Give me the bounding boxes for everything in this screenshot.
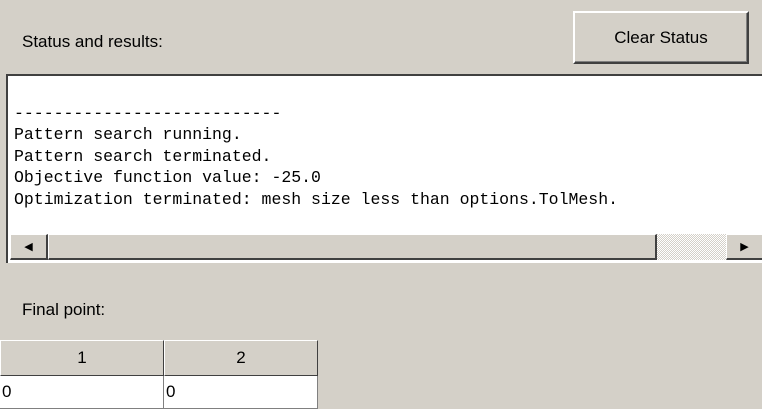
table-cell[interactable]: 0: [0, 376, 164, 409]
final-point-label: Final point:: [22, 300, 106, 319]
status-line: Objective function value: -25.0: [14, 168, 321, 187]
status-line: Optimization terminated: mesh size less …: [14, 189, 618, 209]
scrollbar-track[interactable]: [657, 234, 726, 260]
arrow-left-icon: ◀: [24, 241, 33, 253]
status-line: Pattern search terminated.: [14, 146, 272, 166]
status-line: Pattern search running.: [14, 125, 242, 144]
clear-status-button[interactable]: Clear Status: [573, 11, 749, 64]
column-header-1[interactable]: 1: [0, 340, 164, 376]
arrow-right-icon: ▶: [740, 241, 749, 253]
scrollbar-thumb[interactable]: [48, 234, 657, 260]
column-header-2[interactable]: 2: [164, 340, 318, 376]
status-output-text: --------------------------- Pattern sear…: [14, 81, 762, 232]
scroll-right-button[interactable]: ▶: [726, 234, 762, 260]
table-cell[interactable]: 0: [164, 376, 318, 409]
scroll-left-button[interactable]: ◀: [10, 234, 48, 260]
status-line: ---------------------------: [14, 103, 282, 123]
status-output-box[interactable]: --------------------------- Pattern sear…: [6, 74, 762, 263]
horizontal-scrollbar[interactable]: ◀ ▶: [10, 234, 762, 260]
status-results-label: Status and results:: [22, 32, 163, 51]
